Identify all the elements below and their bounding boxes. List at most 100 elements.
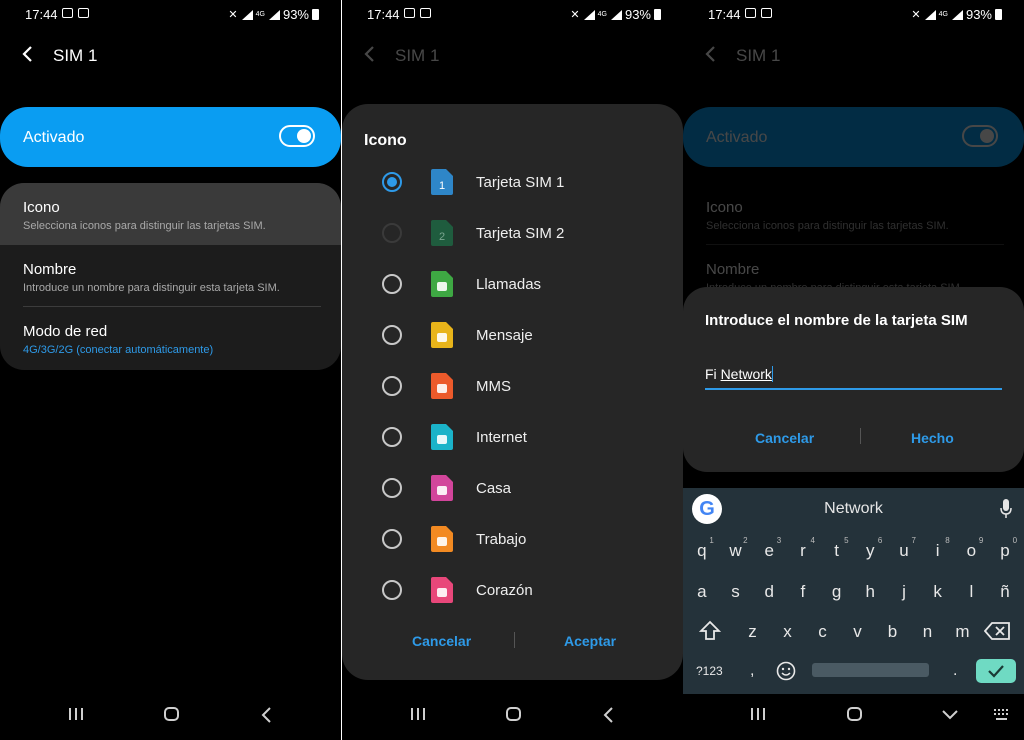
- button-divider: [860, 428, 861, 444]
- key-f[interactable]: f: [787, 572, 819, 612]
- nav-bar: [342, 696, 683, 740]
- radio-button[interactable]: [382, 427, 402, 447]
- key-j[interactable]: j: [888, 572, 920, 612]
- icon-option[interactable]: Internet: [342, 413, 683, 464]
- home-icon[interactable]: [847, 707, 862, 721]
- key-k[interactable]: k: [922, 572, 954, 612]
- radio-button[interactable]: [382, 172, 402, 192]
- radio-button[interactable]: [382, 529, 402, 549]
- key-l[interactable]: l: [955, 572, 987, 612]
- key-ñ[interactable]: ñ: [989, 572, 1021, 612]
- key-label: x: [783, 622, 792, 641]
- radio-button[interactable]: [382, 274, 402, 294]
- dialog-title: Introduce el nombre de la tarjeta SIM: [705, 312, 968, 329]
- symbols-key[interactable]: ?123: [696, 664, 723, 678]
- key-n[interactable]: n: [912, 612, 944, 652]
- key-g[interactable]: g: [821, 572, 853, 612]
- sim-enabled-bar[interactable]: Activado: [0, 107, 341, 167]
- icon-option[interactable]: Corazón: [342, 566, 683, 617]
- key-m[interactable]: m: [947, 612, 979, 652]
- accept-button[interactable]: Aceptar: [564, 633, 616, 649]
- key-t[interactable]: t5: [821, 531, 853, 571]
- microphone-icon[interactable]: [1000, 499, 1012, 519]
- icon-option[interactable]: Trabajo: [342, 515, 683, 566]
- key-e[interactable]: e3: [753, 531, 785, 571]
- key-i[interactable]: i8: [922, 531, 954, 571]
- radio-button[interactable]: [382, 478, 402, 498]
- done-button[interactable]: Hecho: [911, 430, 954, 446]
- setting-subtitle: Introduce un nombre para distinguir esta…: [23, 282, 280, 294]
- key-c[interactable]: c: [807, 612, 839, 652]
- suggestion-word[interactable]: Network: [683, 500, 1024, 518]
- sim-enabled-toggle[interactable]: [279, 125, 315, 147]
- shift-icon[interactable]: [699, 620, 721, 642]
- key-row-2: asdfghjklñ: [683, 572, 1024, 612]
- key-r[interactable]: r4: [787, 531, 819, 571]
- icon-option[interactable]: 1 Tarjeta SIM 1: [342, 158, 683, 209]
- nav-back-icon[interactable]: [260, 707, 274, 723]
- key-y[interactable]: y6: [854, 531, 886, 571]
- text-cursor: [771, 366, 773, 382]
- setting-network-mode-row[interactable]: Modo de red 4G/3G/2G (conectar automátic…: [0, 307, 341, 369]
- suggestion-bar: G Network: [683, 488, 1024, 530]
- key-s[interactable]: s: [720, 572, 752, 612]
- cancel-button[interactable]: Cancelar: [755, 430, 814, 446]
- comma-key[interactable]: ,: [750, 662, 754, 680]
- radio-button[interactable]: [382, 325, 402, 345]
- key-v[interactable]: v: [842, 612, 874, 652]
- cancel-button[interactable]: Cancelar: [412, 633, 471, 649]
- radio-button[interactable]: [382, 223, 402, 243]
- nav-back-icon[interactable]: [602, 707, 616, 723]
- sim-badge-number: 1: [439, 180, 445, 192]
- period-key[interactable]: .: [953, 662, 957, 680]
- option-label: Trabajo: [476, 531, 527, 548]
- key-z[interactable]: z: [737, 612, 769, 652]
- backspace-icon[interactable]: [984, 622, 1010, 640]
- emoji-icon[interactable]: [776, 661, 796, 681]
- back-arrow-icon: [364, 46, 374, 62]
- nav-bar: [0, 696, 341, 740]
- key-b[interactable]: b: [877, 612, 909, 652]
- notification-icons: [745, 8, 772, 18]
- setting-title: Modo de red: [23, 323, 108, 340]
- icon-option[interactable]: MMS: [342, 362, 683, 413]
- key-h[interactable]: h: [854, 572, 886, 612]
- enter-key[interactable]: [976, 659, 1016, 683]
- app-bar: SIM 1: [0, 38, 341, 72]
- space-key[interactable]: [812, 663, 929, 677]
- home-icon[interactable]: [164, 707, 179, 721]
- icon-option[interactable]: Llamadas: [342, 260, 683, 311]
- sim-name-input[interactable]: Fi Network: [705, 362, 1002, 390]
- radio-button[interactable]: [382, 376, 402, 396]
- sim-name-dialog: Introduce el nombre de la tarjeta SIM Fi…: [683, 287, 1024, 472]
- battery-icon: [312, 9, 319, 20]
- key-label: s: [731, 582, 740, 601]
- key-a[interactable]: a: [686, 572, 718, 612]
- key-q[interactable]: q1: [686, 531, 718, 571]
- option-label: MMS: [476, 378, 511, 395]
- recents-icon[interactable]: [411, 708, 425, 720]
- key-u[interactable]: u7: [888, 531, 920, 571]
- key-d[interactable]: d: [753, 572, 785, 612]
- icon-option[interactable]: 2 Tarjeta SIM 2: [342, 209, 683, 260]
- key-w[interactable]: w2: [720, 531, 752, 571]
- setting-name-row[interactable]: Nombre Introduce un nombre para distingu…: [0, 245, 341, 307]
- key-p[interactable]: p0: [989, 531, 1021, 571]
- key-x[interactable]: x: [772, 612, 804, 652]
- key-label: b: [887, 622, 898, 641]
- setting-icon-row[interactable]: Icono Selecciona iconos para distinguir …: [0, 183, 341, 245]
- key-label: q: [697, 541, 707, 560]
- recents-icon[interactable]: [69, 708, 83, 720]
- recents-icon[interactable]: [751, 708, 765, 720]
- setting-title: Nombre: [706, 261, 760, 278]
- hide-keyboard-icon[interactable]: [942, 710, 958, 720]
- radio-button[interactable]: [382, 580, 402, 600]
- keyboard-switch-icon[interactable]: [993, 708, 1011, 722]
- back-arrow-icon[interactable]: [18, 44, 38, 64]
- icon-option[interactable]: Mensaje: [342, 311, 683, 362]
- home-icon[interactable]: [506, 707, 521, 721]
- option-label: Llamadas: [476, 276, 542, 293]
- option-label: Casa: [476, 480, 512, 497]
- key-o[interactable]: o9: [955, 531, 987, 571]
- icon-option[interactable]: Casa: [342, 464, 683, 515]
